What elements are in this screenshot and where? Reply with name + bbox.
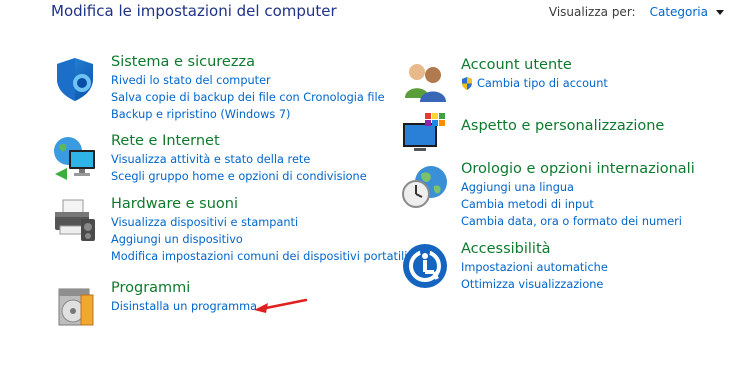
uac-shield-icon bbox=[462, 77, 472, 90]
category-clock-region: Orologio e opzioni internazionali Aggiun… bbox=[401, 160, 695, 230]
shield-icon[interactable] bbox=[51, 55, 99, 103]
category-programs: Programmi Disinstalla un programma bbox=[51, 279, 257, 329]
category-title-appearance[interactable]: Aspetto e personalizzazione bbox=[461, 117, 664, 136]
chevron-down-icon[interactable] bbox=[716, 9, 724, 15]
link-change-date-format[interactable]: Cambia data, ora o formato dei numeri bbox=[461, 213, 695, 230]
users-icon[interactable] bbox=[401, 58, 449, 106]
monitor-palette-icon[interactable] bbox=[401, 111, 449, 159]
programs-disc-icon[interactable] bbox=[51, 281, 99, 329]
view-by-dropdown[interactable]: Categoria bbox=[650, 5, 724, 19]
category-title-ease[interactable]: Accessibilità bbox=[461, 240, 608, 259]
printer-icon[interactable] bbox=[51, 197, 99, 245]
link-row-change-account-type: Cambia tipo di account bbox=[461, 75, 608, 92]
link-add-device[interactable]: Aggiungi un dispositivo bbox=[111, 231, 407, 248]
category-title-programs[interactable]: Programmi bbox=[111, 279, 257, 298]
category-appearance: Aspetto e personalizzazione bbox=[401, 109, 664, 159]
category-title-accounts[interactable]: Account utente bbox=[461, 56, 608, 75]
link-mobility-settings[interactable]: Modifica impostazioni comuni dei disposi… bbox=[111, 248, 407, 265]
category-ease-of-access: Accessibilità Impostazioni automatiche O… bbox=[401, 240, 608, 293]
category-user-accounts: Account utente Cambia tipo di account bbox=[401, 56, 608, 106]
category-title-system[interactable]: Sistema e sicurezza bbox=[111, 53, 385, 72]
category-hardware-sound: Hardware e suoni Visualizza dispositivi … bbox=[51, 195, 407, 265]
accessibility-icon[interactable] bbox=[401, 242, 449, 290]
link-change-input-methods[interactable]: Cambia metodi di input bbox=[461, 196, 695, 213]
link-optimize-display[interactable]: Ottimizza visualizzazione bbox=[461, 276, 608, 293]
link-change-account-type[interactable]: Cambia tipo di account bbox=[477, 75, 608, 92]
category-network-internet: Rete e Internet Visualizza attività e st… bbox=[51, 132, 367, 185]
link-uninstall-program[interactable]: Disinstalla un programma bbox=[111, 298, 257, 315]
page-title: Modifica le impostazioni del computer bbox=[51, 2, 337, 20]
category-title-clock[interactable]: Orologio e opzioni internazionali bbox=[461, 160, 695, 179]
link-file-history-backup[interactable]: Salva copie di backup dei file con Crono… bbox=[111, 89, 385, 106]
category-title-hardware[interactable]: Hardware e suoni bbox=[111, 195, 407, 214]
red-arrow-icon bbox=[254, 298, 308, 313]
category-title-network[interactable]: Rete e Internet bbox=[111, 132, 367, 151]
clock-globe-icon[interactable] bbox=[401, 162, 449, 210]
link-homegroup-sharing[interactable]: Scegli gruppo home e opzioni di condivis… bbox=[111, 168, 367, 185]
link-devices-printers[interactable]: Visualizza dispositivi e stampanti bbox=[111, 214, 407, 231]
view-by-value[interactable]: Categoria bbox=[650, 5, 708, 19]
globe-network-icon[interactable] bbox=[51, 134, 99, 182]
link-add-language[interactable]: Aggiungi una lingua bbox=[461, 179, 695, 196]
view-by-control: Visualizza per: Categoria bbox=[549, 5, 724, 19]
category-system-security: Sistema e sicurezza Rivedi lo stato del … bbox=[51, 53, 385, 123]
link-backup-restore[interactable]: Backup e ripristino (Windows 7) bbox=[111, 106, 385, 123]
link-review-computer-status[interactable]: Rivedi lo stato del computer bbox=[111, 72, 385, 89]
link-automatic-settings[interactable]: Impostazioni automatiche bbox=[461, 259, 608, 276]
link-network-status[interactable]: Visualizza attività e stato della rete bbox=[111, 151, 367, 168]
view-by-label: Visualizza per: bbox=[548, 5, 636, 19]
